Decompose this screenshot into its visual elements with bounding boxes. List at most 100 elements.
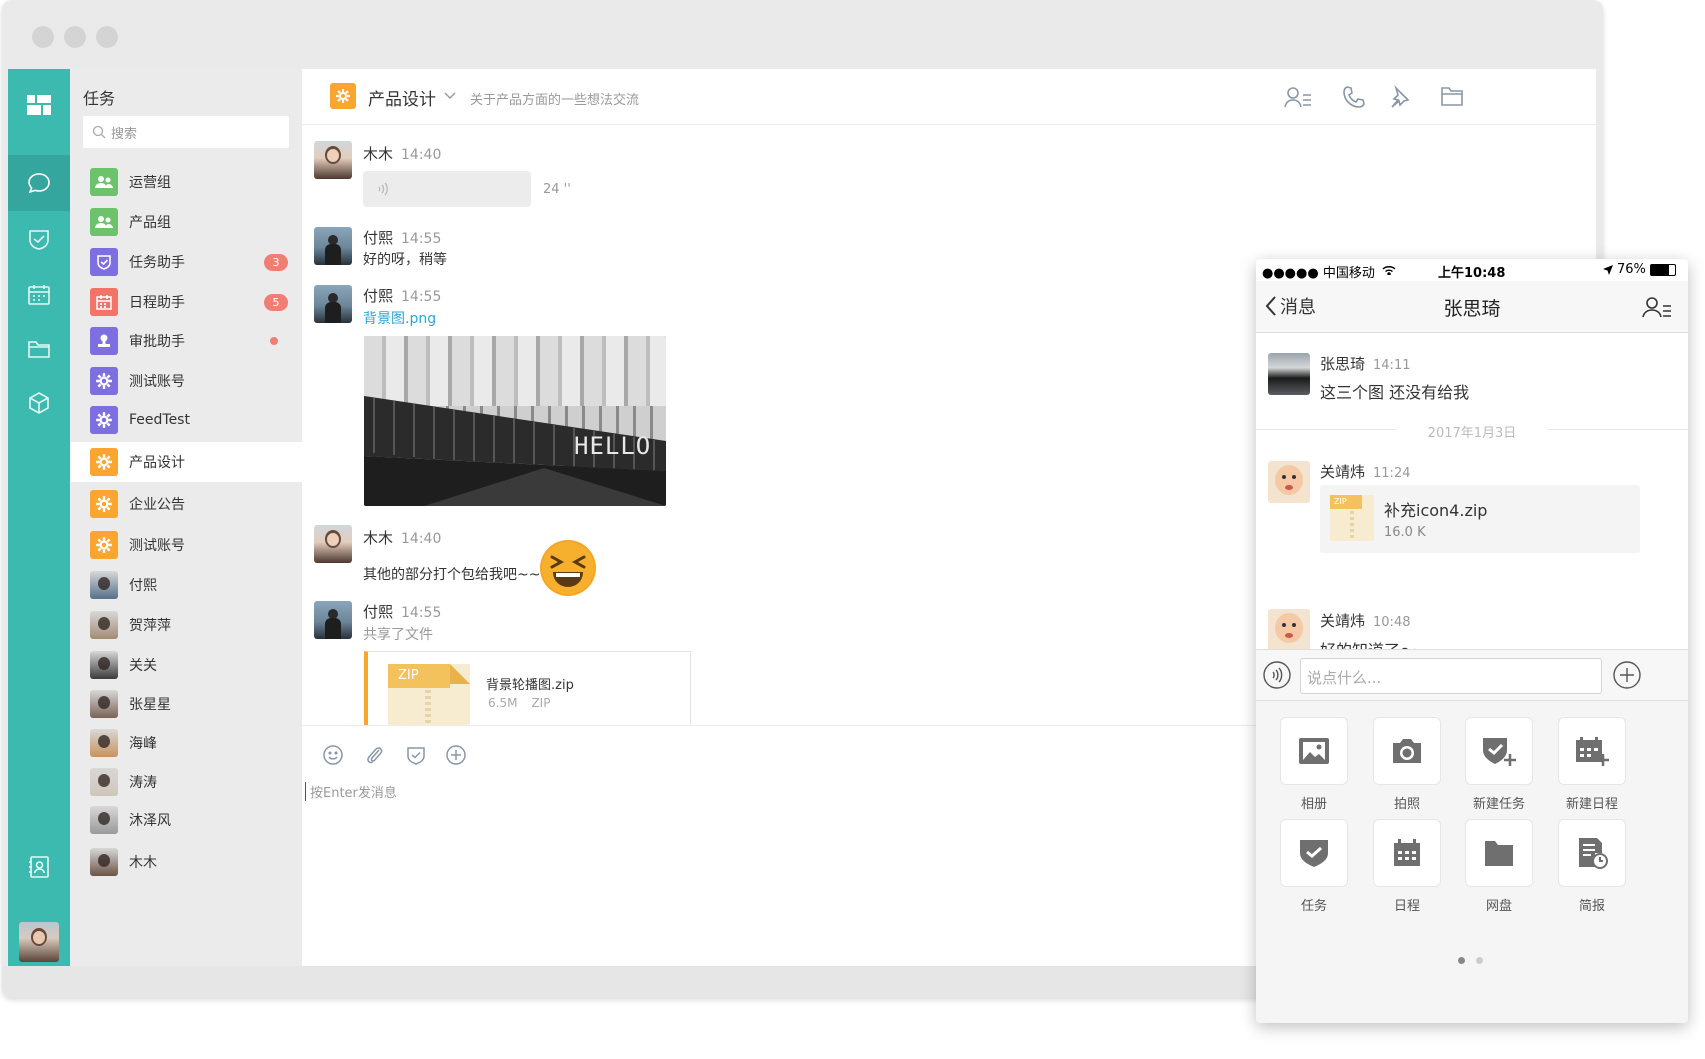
zip-label: ZIP bbox=[1330, 495, 1362, 509]
camera-icon bbox=[1390, 737, 1424, 765]
voice-duration: 24 '' bbox=[543, 182, 571, 197]
window-close-dot[interactable] bbox=[32, 26, 54, 48]
action-tile[interactable] bbox=[1465, 819, 1533, 887]
group-icon bbox=[90, 208, 118, 236]
list-title: 任务 bbox=[83, 89, 116, 108]
list-item[interactable]: 贺萍萍 bbox=[70, 604, 302, 646]
list-item[interactable]: 日程助手 5 bbox=[70, 281, 302, 323]
message-time: 11:24 bbox=[1373, 466, 1411, 481]
list-item-label: 付熙 bbox=[129, 578, 157, 594]
list-item-label: 测试账号 bbox=[129, 374, 185, 390]
avatar[interactable] bbox=[1268, 609, 1310, 651]
location-arrow-icon bbox=[1603, 265, 1613, 275]
zip-file-icon: ZIP bbox=[1330, 495, 1374, 541]
action-label: 任务 bbox=[1300, 899, 1327, 914]
list-item[interactable]: 审批助手 bbox=[70, 320, 302, 362]
members-icon[interactable] bbox=[1284, 85, 1312, 109]
list-item-label: 张星星 bbox=[129, 697, 171, 713]
avatar[interactable] bbox=[1268, 353, 1310, 395]
chat-subtitle: 关于产品方面的一些想法交流 bbox=[470, 93, 640, 108]
action-tile[interactable] bbox=[1558, 819, 1626, 887]
action-label: 简报 bbox=[1578, 899, 1605, 914]
plus-icon[interactable] bbox=[1612, 660, 1642, 690]
task-icon[interactable] bbox=[8, 211, 70, 267]
list-item[interactable]: 运营组 bbox=[70, 161, 302, 203]
cube-icon[interactable] bbox=[8, 375, 70, 431]
page-dot-active[interactable] bbox=[1458, 957, 1465, 964]
conversation-list: 任务 搜索 运营组 产品组 任务助手 3 日程助手 5 审批助手测试账号 FeedTest 产品… bbox=[70, 69, 302, 966]
chat-title[interactable]: 产品设计 bbox=[368, 85, 436, 110]
search-box[interactable]: 搜索 bbox=[83, 116, 289, 148]
mobile-message-area: 张思琦 14:11 这三个图 还没有给我 2017年1月3日 关靖炜 11:24 Z… bbox=[1256, 333, 1688, 679]
avatar[interactable] bbox=[314, 601, 352, 639]
list-item[interactable]: 企业公告 bbox=[70, 483, 302, 525]
pin-icon[interactable] bbox=[1387, 85, 1411, 109]
message-input[interactable]: 按Enter发消息 bbox=[305, 782, 397, 801]
list-item-label: 企业公告 bbox=[129, 497, 185, 513]
avatar[interactable] bbox=[314, 525, 352, 563]
action-tile[interactable] bbox=[1373, 717, 1441, 785]
avatar[interactable] bbox=[314, 285, 352, 323]
list-item-label: 涛涛 bbox=[129, 775, 157, 791]
list-item[interactable]: 任务助手 3 bbox=[70, 241, 302, 283]
sender-name: 关靖炜 bbox=[1320, 612, 1366, 630]
current-user-avatar[interactable] bbox=[19, 922, 59, 962]
new-task-icon bbox=[1481, 735, 1517, 767]
action-tile[interactable] bbox=[1280, 819, 1348, 887]
list-item[interactable]: FeedTest bbox=[70, 399, 302, 441]
calendar-icon bbox=[1392, 838, 1422, 868]
list-item-label: 审批助手 bbox=[129, 334, 185, 350]
attachment-icon[interactable] bbox=[364, 744, 386, 766]
list-item[interactable]: 张星星 bbox=[70, 683, 302, 725]
list-item[interactable]: 产品组 bbox=[70, 201, 302, 243]
avatar[interactable] bbox=[314, 141, 352, 179]
action-tile[interactable] bbox=[1280, 717, 1348, 785]
list-item[interactable]: 测试账号 bbox=[70, 524, 302, 566]
action-tile[interactable] bbox=[1465, 717, 1533, 785]
search-placeholder: 搜索 bbox=[111, 126, 138, 142]
window-minimize-dot[interactable] bbox=[64, 26, 86, 48]
file-name: 背景轮播图.zip bbox=[486, 678, 574, 693]
mobile-message-input[interactable]: 说点什么... bbox=[1300, 658, 1602, 694]
calendar-icon[interactable] bbox=[8, 267, 70, 323]
action-tile[interactable] bbox=[1558, 717, 1626, 785]
file-card[interactable]: ZIP 补充icon4.zip 16.0 K bbox=[1320, 485, 1640, 553]
window-zoom-dot[interactable] bbox=[96, 26, 118, 48]
folder-icon[interactable] bbox=[8, 321, 70, 377]
page-dot[interactable] bbox=[1476, 957, 1483, 964]
list-item[interactable]: 木木 bbox=[70, 841, 302, 883]
list-item[interactable]: 沐泽风 bbox=[70, 799, 302, 841]
list-item[interactable]: 产品设计 bbox=[70, 442, 302, 482]
contacts-icon[interactable] bbox=[8, 839, 70, 895]
list-item[interactable]: 关关 bbox=[70, 644, 302, 686]
file-size: 6.5M ZIP bbox=[488, 696, 551, 710]
avatar[interactable] bbox=[314, 227, 352, 265]
avatar[interactable] bbox=[1268, 461, 1310, 503]
chat-icon[interactable] bbox=[8, 155, 70, 211]
avatar bbox=[90, 806, 118, 834]
list-item[interactable]: 海峰 bbox=[70, 722, 302, 764]
file-card[interactable]: ZIP 背景轮播图.zip 6.5M ZIP bbox=[364, 651, 691, 731]
contact-info-icon[interactable] bbox=[1642, 295, 1672, 319]
file-link[interactable]: 背景图.png bbox=[363, 308, 436, 328]
list-item[interactable]: 测试账号 bbox=[70, 360, 302, 402]
carrier-text: ●●●●● 中国移动 bbox=[1262, 266, 1375, 281]
avatar bbox=[90, 690, 118, 718]
message-meta: 木木 14:40 bbox=[363, 143, 441, 164]
message-time: 14:11 bbox=[1373, 358, 1411, 373]
emoji-icon[interactable] bbox=[322, 744, 344, 766]
list-item[interactable]: 涛涛 bbox=[70, 761, 302, 803]
add-circle-icon[interactable] bbox=[445, 744, 467, 766]
mobile-input-bar: 说点什么... bbox=[1256, 649, 1688, 701]
list-item[interactable]: 付熙 bbox=[70, 564, 302, 606]
action-label: 拍照 bbox=[1393, 797, 1420, 812]
phone-icon[interactable] bbox=[1342, 85, 1366, 109]
voice-bubble[interactable] bbox=[363, 171, 531, 207]
task-icon[interactable] bbox=[405, 744, 427, 766]
shared-image[interactable]: HELLO bbox=[364, 336, 666, 506]
chevron-down-icon[interactable] bbox=[444, 91, 456, 101]
action-tile[interactable] bbox=[1373, 819, 1441, 887]
folder-icon[interactable] bbox=[1440, 85, 1464, 107]
app-logo-icon[interactable] bbox=[8, 77, 70, 133]
voice-icon[interactable] bbox=[1262, 660, 1292, 690]
